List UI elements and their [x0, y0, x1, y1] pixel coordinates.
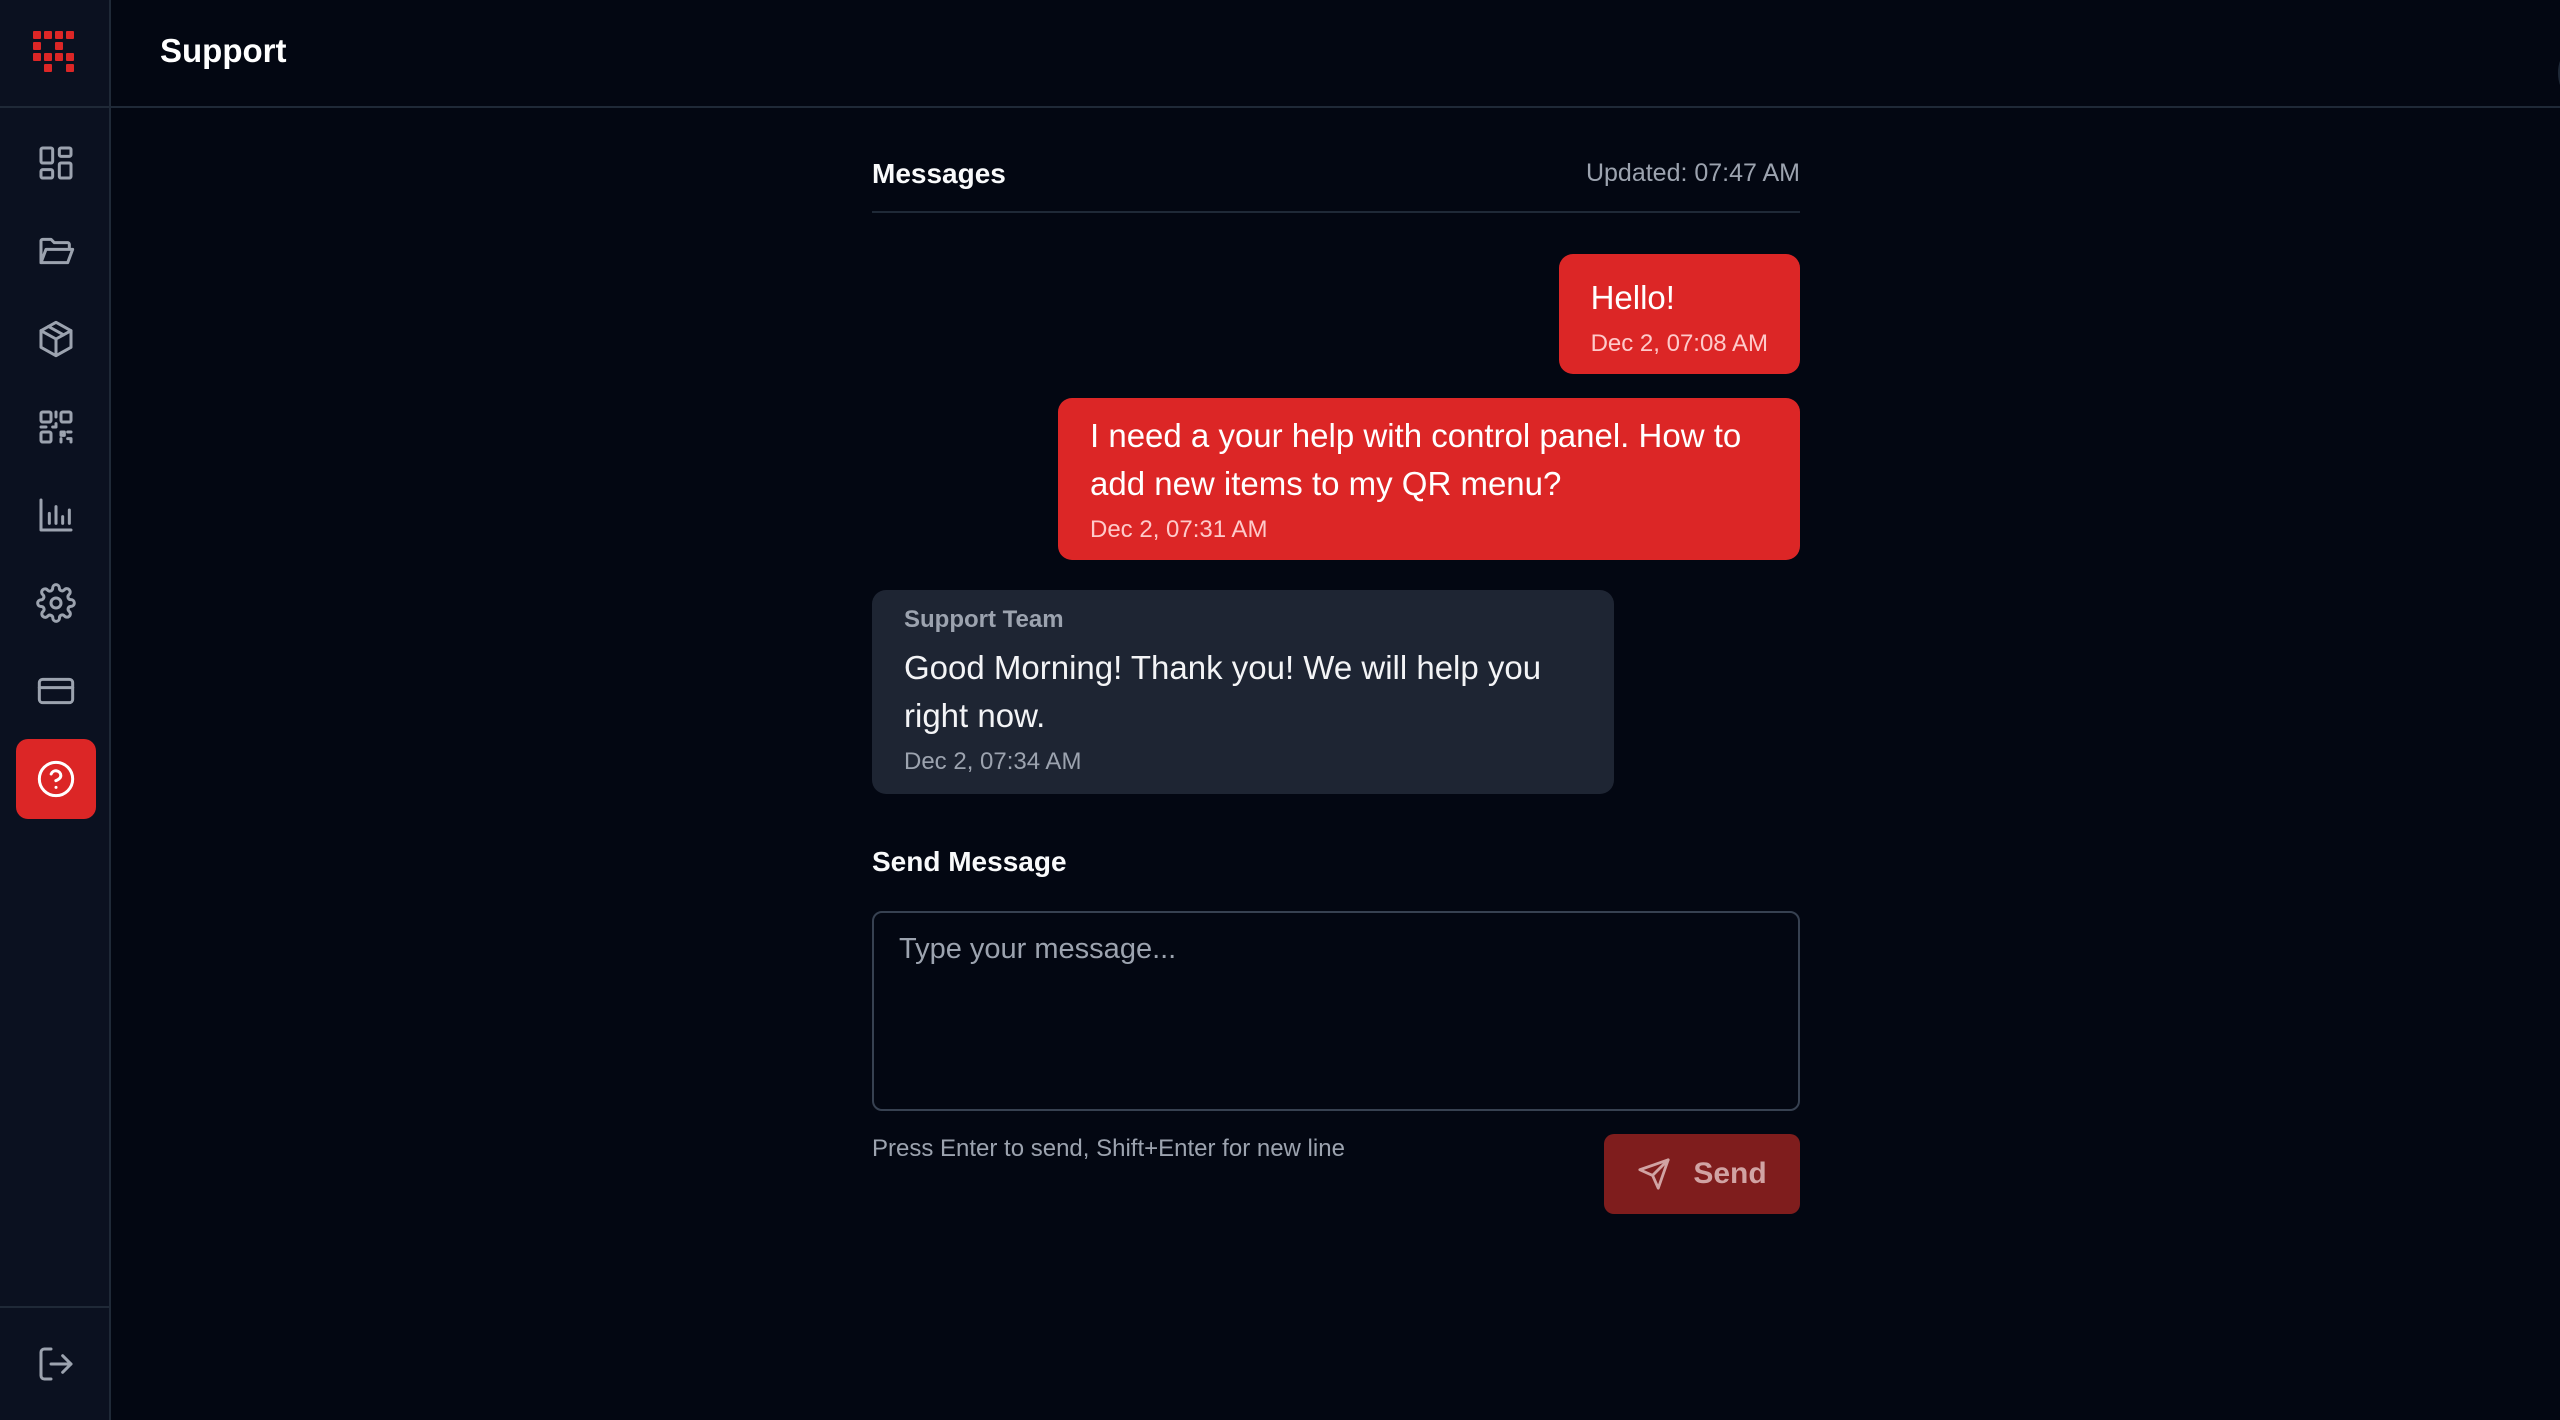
send-icon [1638, 1158, 1670, 1190]
brand-logo-icon[interactable] [33, 31, 77, 72]
message-text: Hello! [1590, 279, 1675, 316]
message-time: Dec 2, 07:34 AM [904, 748, 1082, 775]
dashboard-grid-icon [39, 146, 73, 180]
sidebar-item-billing[interactable] [16, 651, 96, 731]
send-hint: Press Enter to send, Shift+Enter for new… [872, 1135, 1345, 1162]
message-text: I need a your help with control panel. H… [1090, 417, 1742, 502]
sidebar [0, 0, 111, 1420]
sidebar-item-analytics[interactable] [16, 475, 96, 555]
logout-icon [39, 1347, 73, 1381]
message-outgoing: Hello! Dec 2, 07:08 AM [1558, 254, 1800, 374]
send-message-title: Send Message [872, 846, 1067, 877]
send-button[interactable]: Send [1604, 1134, 1800, 1214]
sidebar-item-folders[interactable] [16, 211, 96, 291]
sidebar-item-settings[interactable] [16, 563, 96, 643]
qr-code-icon [39, 410, 73, 444]
message-sender: Support Team [904, 606, 1064, 633]
message-input[interactable] [872, 911, 1800, 1111]
messages-header: Messages Updated: 07:47 AM [872, 108, 1800, 213]
sidebar-divider [0, 1306, 111, 1308]
box-icon [39, 320, 73, 358]
folder-open-icon [39, 237, 75, 265]
send-button-label: Send [1693, 1157, 1767, 1190]
message-time: Dec 2, 07:08 AM [1590, 330, 1768, 357]
bar-chart-icon [39, 498, 73, 532]
sidebar-item-qr-codes[interactable] [16, 387, 96, 467]
message-incoming: Support Team Good Morning! Thank you! We… [872, 590, 1614, 794]
updated-timestamp: Updated: 07:47 AM [1585, 159, 1800, 187]
help-circle-icon [37, 760, 75, 798]
page-title: Support [160, 32, 287, 69]
gear-icon [36, 583, 76, 623]
credit-card-icon [37, 677, 75, 705]
message-time: Dec 2, 07:31 AM [1090, 516, 1268, 543]
logout-button[interactable] [16, 1324, 96, 1404]
top-bar: Support N [111, 0, 2560, 109]
sidebar-item-products[interactable] [16, 299, 96, 379]
message-text: Good Morning! Thank you! We will help yo… [904, 649, 1542, 734]
sidebar-item-dashboard[interactable] [16, 123, 96, 203]
sidebar-item-support[interactable] [16, 739, 96, 819]
message-outgoing: I need a your help with control panel. H… [1058, 398, 1800, 560]
sidebar-divider [0, 106, 111, 108]
messages-title: Messages [872, 158, 1006, 189]
